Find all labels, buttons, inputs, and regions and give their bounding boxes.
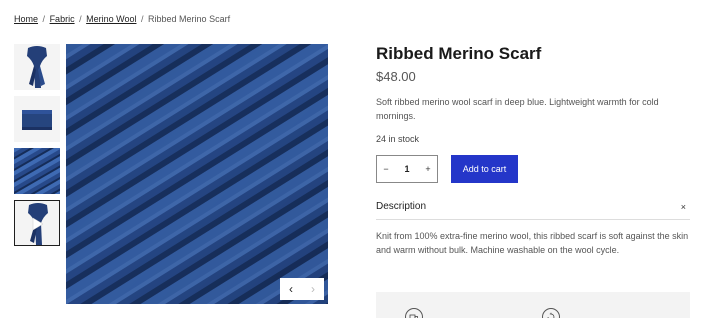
increase-quantity-button[interactable]: + <box>419 164 437 174</box>
breadcrumb-separator: / <box>141 14 144 24</box>
product-short-description: Soft ribbed merino wool scarf in deep bl… <box>376 97 659 121</box>
thumbnail-knit-texture[interactable] <box>14 148 60 194</box>
gallery-thumbnails <box>14 44 62 252</box>
description-body: Knit from 100% extra-fine merino wool, t… <box>376 231 689 255</box>
breadcrumb-current: Ribbed Merino Scarf <box>148 14 231 24</box>
breadcrumb-separator: / <box>42 14 46 24</box>
returns-icon <box>542 308 560 318</box>
scarf-video-image <box>15 201 59 245</box>
thumbnail-scarf-hanging[interactable] <box>14 44 60 90</box>
scarf-hanging-image <box>14 44 60 90</box>
description-toggle[interactable]: Description × <box>376 201 690 220</box>
chevron-right-icon[interactable]: › <box>302 278 324 300</box>
breadcrumb-home-link[interactable]: Home <box>14 14 38 24</box>
gallery-nav: ‹ › <box>280 278 324 300</box>
breadcrumb-merino-wool-link[interactable]: Merino Wool <box>86 14 136 24</box>
description-heading: Description <box>376 201 427 212</box>
quantity-input[interactable]: 1 <box>395 164 419 174</box>
thumbnail-scarf-folded[interactable] <box>14 96 60 142</box>
knit-texture-image <box>14 148 60 194</box>
scarf-folded-image <box>14 96 60 142</box>
breadcrumb: Home / Fabric / Merino Wool / Ribbed Mer… <box>14 14 230 24</box>
chevron-left-icon[interactable]: ‹ <box>280 278 302 300</box>
product-price: $48.00 <box>376 69 416 84</box>
close-icon[interactable]: × <box>681 202 690 212</box>
features-panel <box>376 292 690 318</box>
stock-status: 24 in stock <box>376 134 420 144</box>
knit-closeup-image <box>66 44 328 304</box>
shipping-icon <box>405 308 423 318</box>
breadcrumb-fabric-link[interactable]: Fabric <box>50 14 75 24</box>
product-title: Ribbed Merino Scarf <box>376 44 542 63</box>
add-to-cart-button[interactable]: Add to cart <box>451 155 518 183</box>
quantity-stepper: − 1 + <box>376 155 438 183</box>
product-info: Ribbed Merino Scarf $48.00 Soft ribbed m… <box>376 44 690 257</box>
purchase-row: − 1 + Add to cart <box>376 155 690 183</box>
main-product-image[interactable]: ‹ › <box>66 44 328 304</box>
thumbnail-scarf-video[interactable] <box>14 200 60 246</box>
breadcrumb-separator: / <box>79 14 82 24</box>
decrease-quantity-button[interactable]: − <box>377 164 395 174</box>
